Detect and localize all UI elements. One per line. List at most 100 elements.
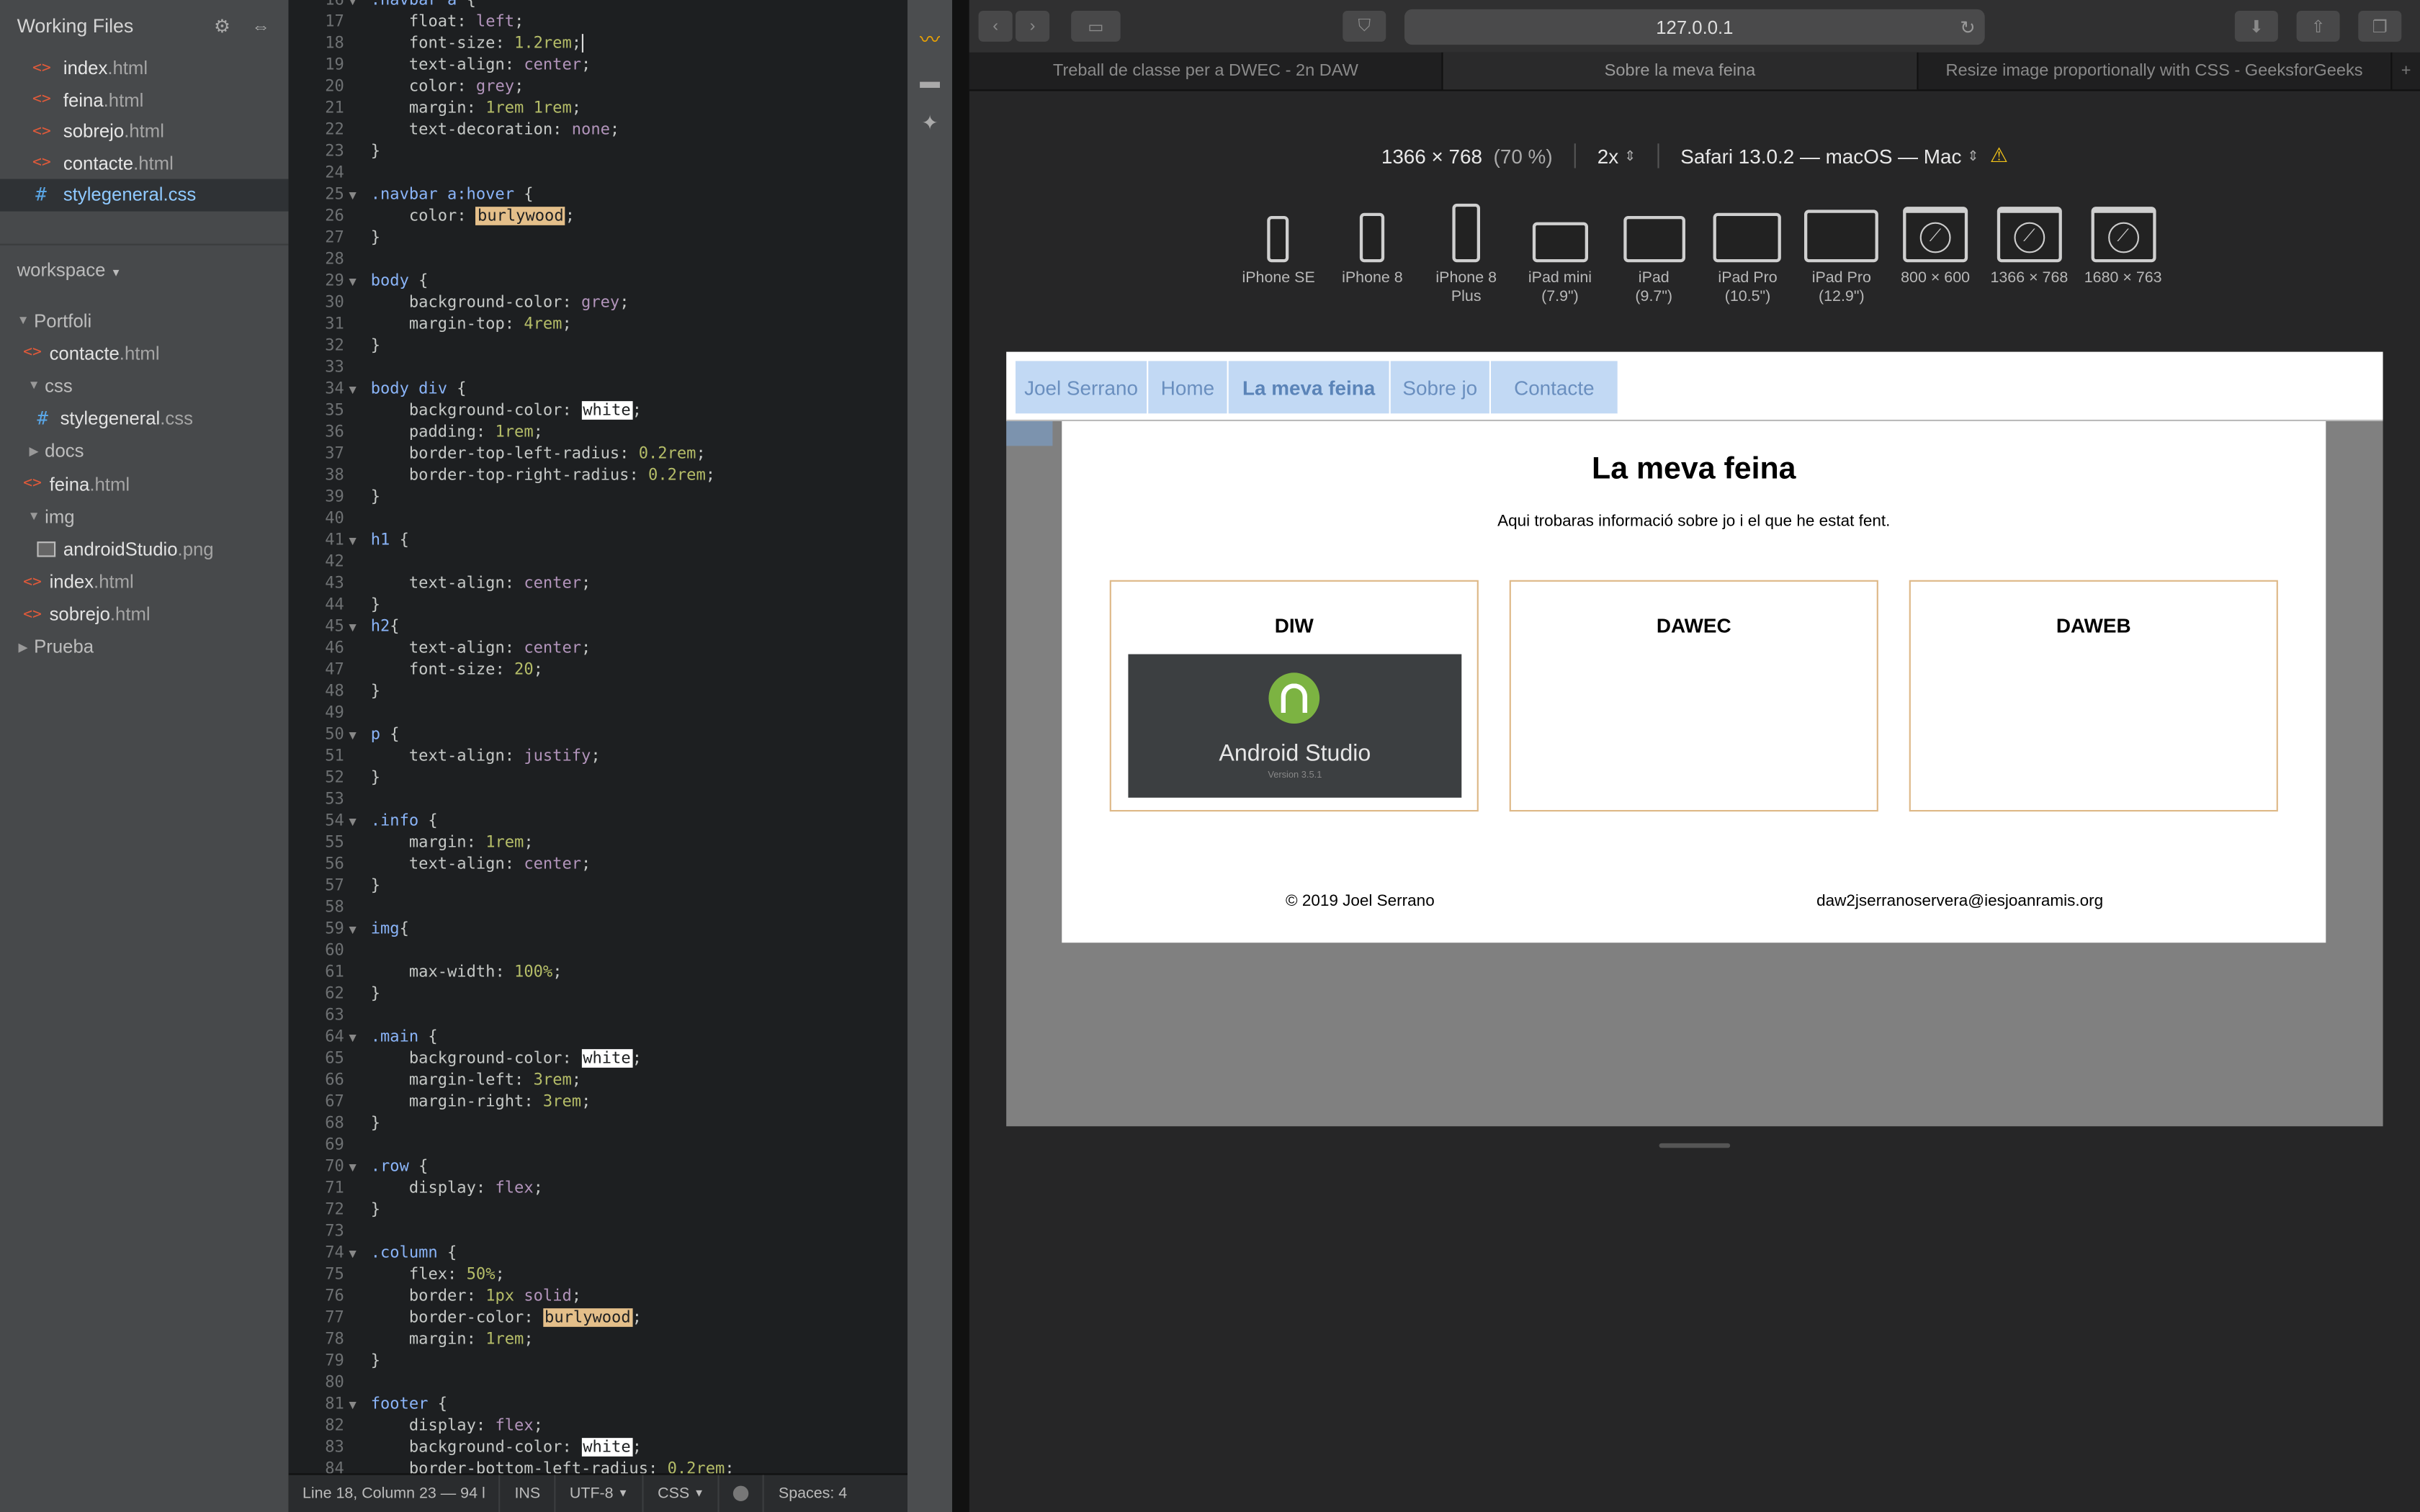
user-agent-select[interactable]: Safari 13.0.2 — macOS — Mac [1680, 144, 1961, 167]
stepper-icon[interactable]: ⇕ [1624, 148, 1636, 165]
nav-link-feina[interactable]: La meva feina [1228, 361, 1389, 414]
fold-arrow-icon[interactable]: ▼ [344, 379, 362, 401]
footer-email[interactable]: daw2jserranoservera@iesjoanramis.org [1816, 892, 2103, 911]
device-preset[interactable]: ⟋ 800 × 600 [1888, 201, 1982, 306]
browser-tab[interactable]: Resize image proportionally with CSS - G… [1918, 52, 2393, 90]
code-line[interactable]: 77 border-color: burlywood; [289, 1307, 906, 1328]
code-line[interactable]: 68 } [289, 1112, 906, 1134]
code-line[interactable]: 26 color: burlywood; [289, 205, 906, 227]
code-line[interactable]: 52 } [289, 767, 906, 788]
gear-icon[interactable]: ⚙ [212, 15, 233, 37]
scale-select[interactable]: 2x [1597, 144, 1618, 167]
pane-divider[interactable] [952, 0, 969, 1512]
address-bar[interactable]: 127.0.0.1 ↻ [1404, 9, 1985, 45]
encoding-select[interactable]: UTF-8 ▼ [556, 1474, 644, 1512]
code-editor[interactable]: 16 ▼ .navbar a {17 float: left; 18 font-si… [288, 0, 908, 1474]
fold-arrow-icon[interactable]: ▼ [344, 725, 362, 747]
code-line[interactable]: 24 [289, 162, 906, 184]
workspace-dropdown[interactable]: workspace ▼ [17, 259, 122, 281]
nav-link-home[interactable]: Home [1148, 361, 1227, 414]
device-preset[interactable]: iPhone 8 [1325, 201, 1419, 306]
code-line[interactable]: 36 padding: 1rem; [289, 421, 906, 443]
code-line[interactable]: 47 font-size: 20; [289, 659, 906, 680]
working-file-item[interactable]: # stylegeneral .css [0, 179, 289, 211]
code-line[interactable]: 76 border: 1px solid; [289, 1285, 906, 1307]
code-line[interactable]: 43 text-align: center; [289, 572, 906, 594]
code-line[interactable]: 22 text-decoration: none; [289, 119, 906, 140]
browser-tab[interactable]: Treball de classe per a DWEC - 2n DAW [969, 52, 1444, 90]
code-line[interactable]: 19 text-align: center; [289, 54, 906, 76]
tree-folder[interactable]: ▼ css [0, 369, 289, 402]
code-line[interactable]: 69 [289, 1134, 906, 1156]
code-line[interactable]: 49 [289, 702, 906, 724]
indent-spaces[interactable]: Spaces: 4 [765, 1474, 861, 1512]
code-line[interactable]: 71 display: flex; [289, 1177, 906, 1199]
code-line[interactable]: 31 margin-top: 4rem; [289, 313, 906, 335]
code-line[interactable]: 28 [289, 248, 906, 270]
device-preset[interactable]: ⟋ 1366 × 768 [1982, 201, 2076, 306]
device-preset[interactable]: iPad Pro (10.5") [1700, 201, 1794, 306]
code-line[interactable]: 82 display: flex; [289, 1415, 906, 1436]
code-line[interactable]: 37 border-top-left-radius: 0.2rem; [289, 443, 906, 464]
code-line[interactable]: 42 [289, 551, 906, 572]
fold-arrow-icon[interactable]: ▼ [344, 531, 362, 552]
code-line[interactable]: 70 ▼ .row { [289, 1156, 906, 1177]
back-button[interactable]: ‹ [978, 11, 1013, 42]
code-line[interactable]: 25 ▼ .navbar a:hover { [289, 184, 906, 205]
device-preset[interactable]: iPad Pro (12.9") [1795, 201, 1888, 306]
code-line[interactable]: 65 background-color: white; [289, 1048, 906, 1069]
fold-arrow-icon[interactable]: ▼ [344, 1243, 362, 1265]
code-line[interactable]: 59 ▼ img{ [289, 918, 906, 940]
download-icon[interactable]: ⬇ [2234, 11, 2278, 42]
fold-arrow-icon[interactable]: ▼ [344, 1395, 362, 1416]
code-line[interactable]: 18 font-size: 1.2rem; [289, 32, 906, 54]
code-line[interactable]: 80 [289, 1372, 906, 1393]
code-line[interactable]: 66 margin-left: 3rem; [289, 1069, 906, 1091]
code-line[interactable]: 32 } [289, 335, 906, 356]
code-line[interactable]: 50 ▼ p { [289, 724, 906, 745]
extension-manager-icon[interactable]: ▬ [908, 58, 952, 102]
code-line[interactable]: 39 } [289, 486, 906, 508]
fold-arrow-icon[interactable]: ▼ [344, 185, 362, 207]
lint-status-icon[interactable] [720, 1474, 765, 1512]
tree-folder[interactable]: ▶ docs [0, 435, 289, 467]
device-preset[interactable]: iPhone 8 Plus [1420, 201, 1513, 306]
reload-icon[interactable]: ↻ [1960, 17, 1976, 38]
code-line[interactable]: 64 ▼ .main { [289, 1026, 906, 1048]
code-line[interactable]: 74 ▼ .column { [289, 1242, 906, 1264]
fold-arrow-icon[interactable]: ▼ [344, 1157, 362, 1179]
device-preset[interactable]: iPad (9.7") [1607, 201, 1700, 306]
fold-arrow-icon[interactable]: ▼ [344, 811, 362, 833]
code-line[interactable]: 48 } [289, 680, 906, 702]
code-line[interactable]: 84 border-bottom-left-radius: 0.2rem; [289, 1458, 906, 1473]
code-line[interactable]: 67 margin-right: 3rem; [289, 1091, 906, 1112]
code-line[interactable]: 23 } [289, 140, 906, 162]
device-preset[interactable]: iPhone SE [1232, 201, 1325, 306]
new-tab-button[interactable]: + [2392, 53, 2420, 89]
live-preview-icon[interactable]: 〰 [908, 15, 952, 58]
tree-file[interactable]: <> contacte .html [0, 337, 289, 369]
code-line[interactable]: 55 margin: 1rem; [289, 832, 906, 853]
code-line[interactable]: 29 ▼ body { [289, 270, 906, 292]
code-line[interactable]: 75 flex: 50%; [289, 1264, 906, 1285]
device-preset[interactable]: ⟋ 1680 × 763 [2076, 201, 2170, 306]
device-preset[interactable]: iPad mini (7.9") [1513, 201, 1607, 306]
code-line[interactable]: 81 ▼ footer { [289, 1393, 906, 1415]
nav-link-contacte[interactable]: Contacte [1491, 361, 1618, 414]
fold-arrow-icon[interactable]: ▼ [344, 1027, 362, 1049]
code-line[interactable]: 61 max-width: 100%; [289, 961, 906, 983]
code-line[interactable]: 30 background-color: grey; [289, 292, 906, 313]
language-select[interactable]: CSS ▼ [644, 1474, 720, 1512]
code-line[interactable]: 58 [289, 896, 906, 918]
code-line[interactable]: 20 color: grey; [289, 76, 906, 97]
code-line[interactable]: 53 [289, 788, 906, 810]
tree-file[interactable]: <> index .html [0, 565, 289, 598]
code-line[interactable]: 34 ▼ body div { [289, 378, 906, 400]
shield-icon[interactable]: ⛉ [1343, 11, 1386, 42]
working-file-item[interactable]: <> index .html [0, 53, 289, 84]
fold-arrow-icon[interactable]: ▼ [344, 271, 362, 293]
working-file-item[interactable]: <> sobrejo .html [0, 116, 289, 148]
code-line[interactable]: 72 } [289, 1199, 906, 1220]
code-line[interactable]: 40 [289, 508, 906, 529]
code-line[interactable]: 21 margin: 1rem 1rem; [289, 97, 906, 119]
